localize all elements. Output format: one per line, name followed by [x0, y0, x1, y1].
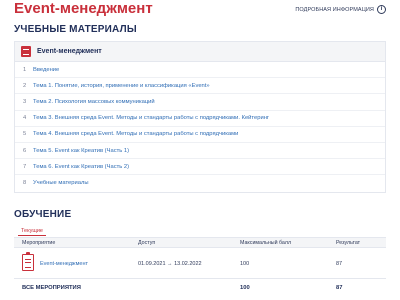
- list-item-link[interactable]: Тема 1. Понятие, история, применение и к…: [33, 83, 385, 89]
- more-info-label: ПОДРОБНАЯ ИНФОРМАЦИЯ: [295, 6, 374, 13]
- list-item-number: 8: [23, 180, 27, 187]
- materials-panel: Event-менеджмент 1 Введение 2 Тема 1. По…: [14, 41, 386, 193]
- list-item-link[interactable]: Тема 6. Event как Креатив (Часть 2): [33, 164, 385, 170]
- list-item-number: 4: [23, 115, 27, 122]
- materials-panel-title: Event-менеджмент: [37, 48, 102, 55]
- list-item[interactable]: 5 Тема 4. Внешняя среда Event. Методы и …: [15, 127, 385, 143]
- list-item-number: 2: [23, 82, 27, 89]
- access-dates: 01.09.2021 → 13.02.2022: [138, 261, 202, 267]
- list-item-link[interactable]: Тема 4. Внешняя среда Event. Методы и ст…: [33, 131, 385, 137]
- column-header-access: Доступ: [138, 240, 156, 246]
- total-max-score: 100: [240, 285, 250, 291]
- list-item[interactable]: 4 Тема 3. Внешняя среда Event. Методы и …: [15, 111, 385, 127]
- list-item-link[interactable]: Тема 2. Психология массовых коммуникаций: [33, 99, 385, 105]
- list-item[interactable]: 1 Введение: [15, 62, 385, 79]
- info-icon: i: [377, 5, 386, 14]
- column-header-result: Результат: [336, 240, 361, 246]
- list-item[interactable]: 8 Учебные материалы: [15, 175, 385, 191]
- materials-panel-header: Event-менеджмент: [15, 42, 385, 62]
- training-section-title: ОБУЧЕНИЕ: [14, 209, 72, 220]
- column-header-max-score: Максимальный балл: [240, 240, 292, 246]
- materials-section-title: УЧЕБНЫЕ МАТЕРИАЛЫ: [14, 24, 137, 35]
- table-header: Мероприятие Доступ Максимальный балл Рез…: [14, 237, 386, 248]
- top-bar: Event-менеджмент ПОДРОБНАЯ ИНФОРМАЦИЯ i: [0, 0, 400, 18]
- document-icon: [21, 46, 31, 57]
- list-item-number: 7: [23, 163, 27, 170]
- list-item-number: 6: [23, 147, 27, 154]
- list-item-number: 3: [23, 98, 27, 105]
- total-result: 87: [336, 285, 343, 291]
- list-item-number: 1: [23, 66, 27, 73]
- list-item-link[interactable]: Учебные материалы: [33, 180, 385, 186]
- list-item[interactable]: 7 Тема 6. Event как Креатив (Часть 2): [15, 159, 385, 176]
- total-label: ВСЕ МЕРОПРИЯТИЯ: [22, 285, 81, 291]
- event-link[interactable]: Event-менеджмент: [40, 261, 88, 267]
- table-total-row: ВСЕ МЕРОПРИЯТИЯ 100 87: [14, 282, 386, 296]
- list-item-link[interactable]: Тема 3. Внешняя среда Event. Методы и ст…: [33, 115, 385, 121]
- list-item[interactable]: 3 Тема 2. Психология массовых коммуникац…: [15, 94, 385, 111]
- result-value: 87: [336, 261, 343, 267]
- tab-current[interactable]: Текущие: [18, 227, 46, 236]
- list-item-number: 5: [23, 131, 27, 138]
- max-score-value: 100: [240, 261, 250, 267]
- list-item-link[interactable]: Введение: [33, 67, 385, 73]
- list-item[interactable]: 2 Тема 1. Понятие, история, применение и…: [15, 78, 385, 95]
- page-title: Event-менеджмент: [14, 0, 153, 17]
- table-row: Event-менеджмент 01.09.2021 → 13.02.2022…: [14, 249, 386, 279]
- more-info-link[interactable]: ПОДРОБНАЯ ИНФОРМАЦИЯ i: [295, 5, 386, 14]
- column-header-event: Мероприятие: [22, 240, 56, 246]
- list-item-link[interactable]: Тема 5. Event как Креатив (Часть 1): [33, 148, 385, 154]
- clipboard-icon: [22, 252, 34, 271]
- list-item[interactable]: 6 Тема 5. Event как Креатив (Часть 1): [15, 143, 385, 160]
